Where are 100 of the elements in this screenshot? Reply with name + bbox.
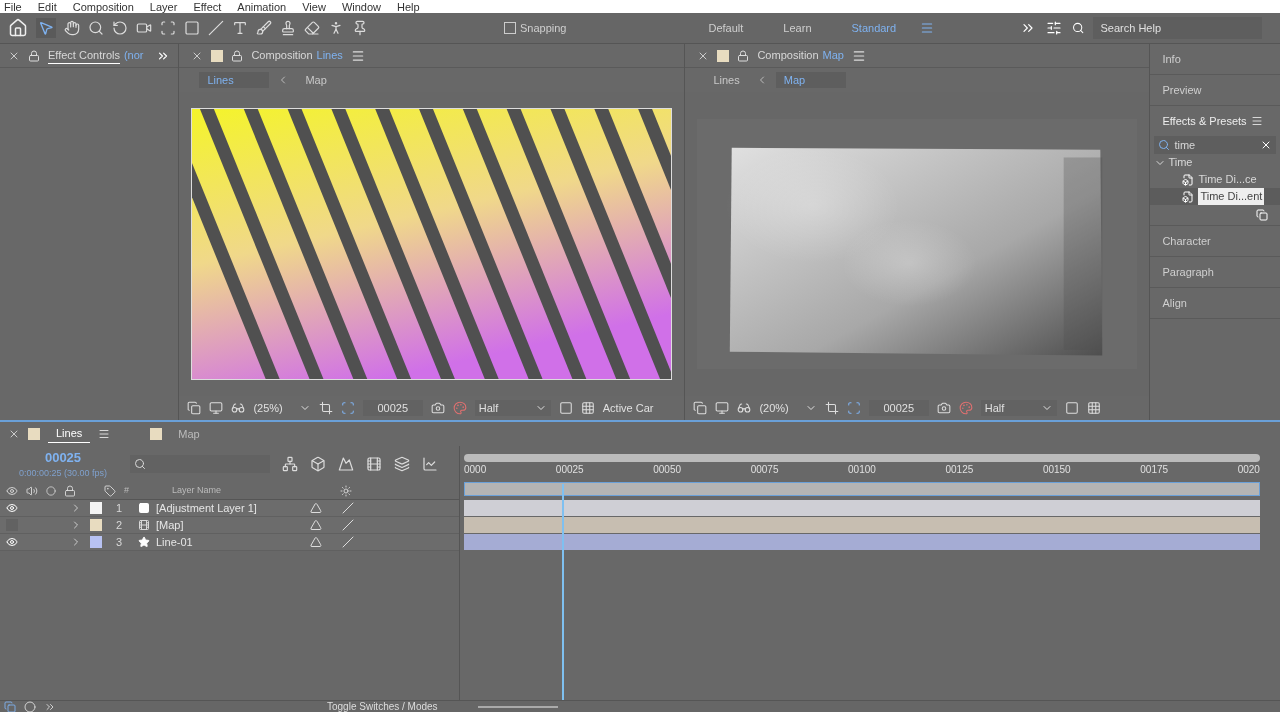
grid-icon[interactable] xyxy=(580,401,595,415)
menu-item[interactable]: Window xyxy=(341,1,381,13)
eraser-icon[interactable] xyxy=(304,20,320,36)
composition-color-swatch xyxy=(211,49,224,62)
eye-icon[interactable] xyxy=(6,536,18,548)
camera-dropdown[interactable]: Active Car xyxy=(602,399,654,417)
layer-name[interactable]: [Map] xyxy=(156,516,306,534)
tree-item[interactable]: Time Di...ent xyxy=(1198,188,1265,205)
panel-title[interactable]: Character xyxy=(1162,232,1211,250)
monitor-icon[interactable] xyxy=(209,401,224,415)
time-ruler-label: 00025 xyxy=(555,463,584,477)
lock-icon[interactable] xyxy=(737,49,750,62)
close-icon[interactable] xyxy=(8,428,20,440)
menu-icon[interactable] xyxy=(1250,115,1263,127)
current-time[interactable]: 00025 xyxy=(44,447,82,467)
panel-title[interactable]: Preview xyxy=(1162,81,1202,99)
pin-icon[interactable] xyxy=(352,20,368,36)
layer-name[interactable]: [Adjustment Layer 1] xyxy=(156,499,306,517)
tree-item[interactable]: Time Di...ce xyxy=(1198,171,1257,188)
layer-search-field[interactable] xyxy=(130,455,270,473)
region-icon[interactable] xyxy=(318,401,333,415)
menu-icon[interactable] xyxy=(851,48,866,63)
tree-folder[interactable]: Time xyxy=(1168,154,1193,171)
layers-icon[interactable] xyxy=(693,401,708,415)
layer-name[interactable]: Line-01 xyxy=(156,533,306,551)
breadcrumb-tab[interactable]: Map xyxy=(297,71,335,89)
lock-icon[interactable] xyxy=(28,49,40,62)
brush-icon[interactable] xyxy=(256,20,272,36)
menu-item[interactable]: Composition xyxy=(72,1,134,13)
panel-title: Composition xyxy=(757,48,819,64)
text-tool-icon[interactable] xyxy=(232,20,248,36)
timeline-tab[interactable]: Map xyxy=(170,425,208,443)
camera-icon[interactable] xyxy=(936,401,951,415)
time-ruler-label: 00175 xyxy=(1140,463,1169,477)
hand-icon[interactable] xyxy=(64,20,80,36)
panel-title[interactable]: Info xyxy=(1162,50,1181,68)
resolution-dropdown[interactable]: Half xyxy=(474,399,551,417)
zoom-icon[interactable] xyxy=(88,20,104,36)
frame-field[interactable]: 00025 xyxy=(362,399,423,417)
timeline-tab[interactable]: Lines xyxy=(48,425,91,443)
rectangle-icon[interactable] xyxy=(184,20,200,36)
menu-icon[interactable] xyxy=(98,428,111,440)
label-color-swatch[interactable] xyxy=(90,536,102,548)
breadcrumb-tab[interactable]: Lines xyxy=(705,71,748,89)
toggle-switches-modes-button[interactable]: Toggle Switches / Modes xyxy=(327,701,438,712)
stamp-icon[interactable] xyxy=(280,20,296,36)
menu-item[interactable]: Help xyxy=(397,1,420,13)
zoom-dropdown[interactable]: (25%) xyxy=(253,399,311,417)
composition-flowchart-icon[interactable] xyxy=(282,456,298,472)
panel-title[interactable]: Paragraph xyxy=(1162,263,1214,281)
menu-item[interactable]: Edit xyxy=(37,1,57,13)
rotate-icon[interactable] xyxy=(112,20,128,36)
label-icon[interactable] xyxy=(104,484,116,497)
panel-title[interactable]: Align xyxy=(1162,294,1187,312)
menu-item[interactable]: View xyxy=(302,1,326,13)
menu-item[interactable]: Animation xyxy=(237,1,287,13)
workspace-tab[interactable]: Standard xyxy=(835,19,913,37)
grid-icon[interactable] xyxy=(1086,401,1101,415)
menu-icon[interactable] xyxy=(350,48,365,63)
search-help-field[interactable]: Search Help xyxy=(1092,17,1263,39)
label-color-swatch[interactable] xyxy=(90,502,102,514)
clear-icon[interactable] xyxy=(1260,139,1272,151)
eye-icon[interactable] xyxy=(6,484,18,497)
effects-search-field[interactable]: time xyxy=(1154,136,1276,154)
resolution-dropdown[interactable]: Half xyxy=(980,399,1057,417)
solo-icon[interactable] xyxy=(46,485,56,496)
menu-item[interactable]: Layer xyxy=(149,1,178,13)
region-icon[interactable] xyxy=(824,401,839,415)
lock-icon[interactable] xyxy=(231,49,244,62)
color-icon[interactable] xyxy=(452,401,467,415)
workspace-tab[interactable]: Default xyxy=(692,19,760,37)
draft-3d-icon[interactable] xyxy=(310,456,326,472)
effect-icon xyxy=(1182,173,1195,186)
menu-item[interactable]: Effect xyxy=(193,1,222,13)
panel-tab[interactable]: Effect Controls xyxy=(48,46,120,65)
layers-icon[interactable] xyxy=(187,401,202,415)
selection-tool-icon[interactable] xyxy=(36,18,56,38)
composition-color-swatch xyxy=(717,49,730,62)
color-icon[interactable] xyxy=(958,401,973,415)
search-icon[interactable] xyxy=(1072,21,1085,35)
column-header[interactable]: Layer Name xyxy=(172,483,332,498)
layer-name: (nor xyxy=(123,48,144,64)
workspace-tab[interactable]: Learn xyxy=(767,19,828,37)
breadcrumb-tab[interactable]: Map xyxy=(775,71,846,89)
zoom-dropdown[interactable]: (20%) xyxy=(759,399,817,417)
snapping-checkbox[interactable]: Snapping xyxy=(504,19,567,37)
lock-icon[interactable] xyxy=(64,484,76,497)
home-icon[interactable] xyxy=(8,18,28,38)
monitor-icon[interactable] xyxy=(715,401,730,415)
camera-icon[interactable] xyxy=(430,401,445,415)
audio-icon[interactable] xyxy=(26,484,38,497)
menu-item[interactable]: File xyxy=(4,1,22,13)
frame-field[interactable]: 00025 xyxy=(868,399,929,417)
label-color-swatch[interactable] xyxy=(90,519,102,531)
graph-editor-icon[interactable] xyxy=(422,456,438,472)
panel-title[interactable]: Effects & Presets xyxy=(1162,112,1247,130)
layer-number: 1 xyxy=(114,500,124,516)
breadcrumb-tab[interactable]: Lines xyxy=(199,71,270,89)
eye-icon[interactable] xyxy=(6,502,18,514)
camera-icon[interactable] xyxy=(136,20,152,36)
